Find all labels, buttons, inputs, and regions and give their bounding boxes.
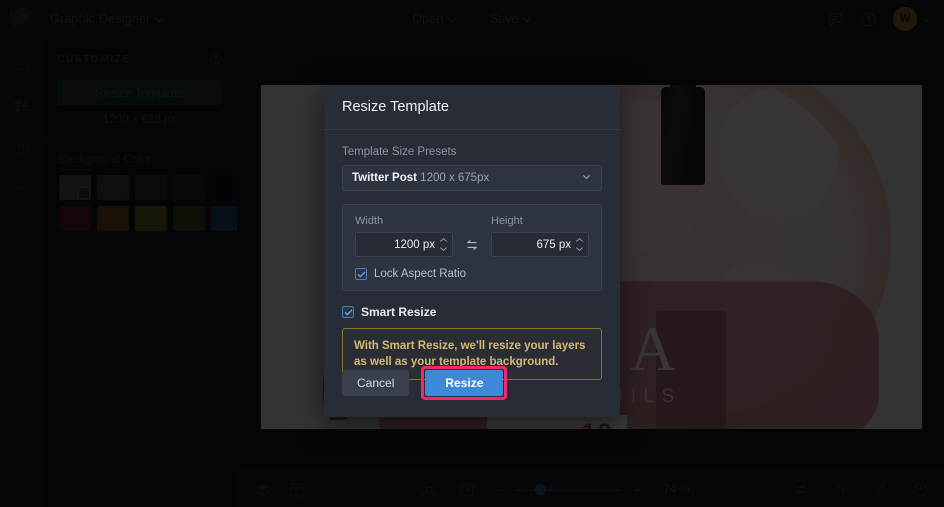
preset-name: Twitter Post: [352, 172, 417, 184]
width-stepper[interactable]: [439, 237, 448, 252]
lock-aspect-ratio-checkbox[interactable]: [355, 268, 367, 280]
preset-selected-value: Twitter Post 1200 x 675px: [352, 172, 489, 184]
resize-button-highlight: Resize: [421, 366, 508, 400]
lock-aspect-ratio-row[interactable]: Lock Aspect Ratio: [355, 268, 589, 280]
height-field-group: Height 675 px: [491, 215, 589, 257]
width-input[interactable]: 1200 px: [355, 232, 453, 257]
resize-button[interactable]: Resize: [425, 370, 504, 396]
height-value: 675 px: [536, 238, 571, 251]
lock-aspect-ratio-label: Lock Aspect Ratio: [374, 268, 467, 280]
modal-title: Resize Template: [342, 99, 449, 115]
chevron-down-icon[interactable]: [575, 246, 584, 252]
width-field-group: Width 1200 px: [355, 215, 453, 257]
height-label: Height: [491, 215, 523, 227]
chevron-up-icon[interactable]: [439, 237, 448, 243]
smart-resize-label: Smart Resize: [361, 305, 437, 319]
cancel-button[interactable]: Cancel: [342, 370, 410, 396]
template-size-preset-select[interactable]: Twitter Post 1200 x 675px: [342, 165, 602, 191]
smart-resize-checkbox[interactable]: [342, 306, 354, 318]
dimensions-group: Width 1200 px Height 675 px Lock Aspect …: [342, 204, 602, 291]
chevron-down-icon[interactable]: [439, 246, 448, 252]
resize-template-modal: Resize Template Template Size Presets Tw…: [324, 85, 620, 417]
swap-arrows-icon[interactable]: [461, 232, 483, 257]
chevron-down-icon: [581, 169, 592, 187]
modal-actions: Cancel Resize: [342, 366, 508, 400]
chevron-up-icon[interactable]: [575, 237, 584, 243]
app-root: Graphic Designer Open Save: [0, 0, 944, 507]
height-input[interactable]: 675 px: [491, 232, 589, 257]
modal-body: Template Size Presets Twitter Post 1200 …: [324, 130, 620, 380]
height-stepper[interactable]: [575, 237, 584, 252]
width-value: 1200 px: [394, 238, 435, 251]
preset-size: 1200 x 675px: [420, 172, 490, 184]
modal-header: Resize Template: [324, 85, 620, 130]
width-label: Width: [355, 215, 384, 227]
smart-resize-row[interactable]: Smart Resize: [342, 305, 602, 319]
presets-label: Template Size Presets: [342, 146, 457, 158]
dimensions-row: Width 1200 px Height 675 px: [355, 215, 589, 257]
